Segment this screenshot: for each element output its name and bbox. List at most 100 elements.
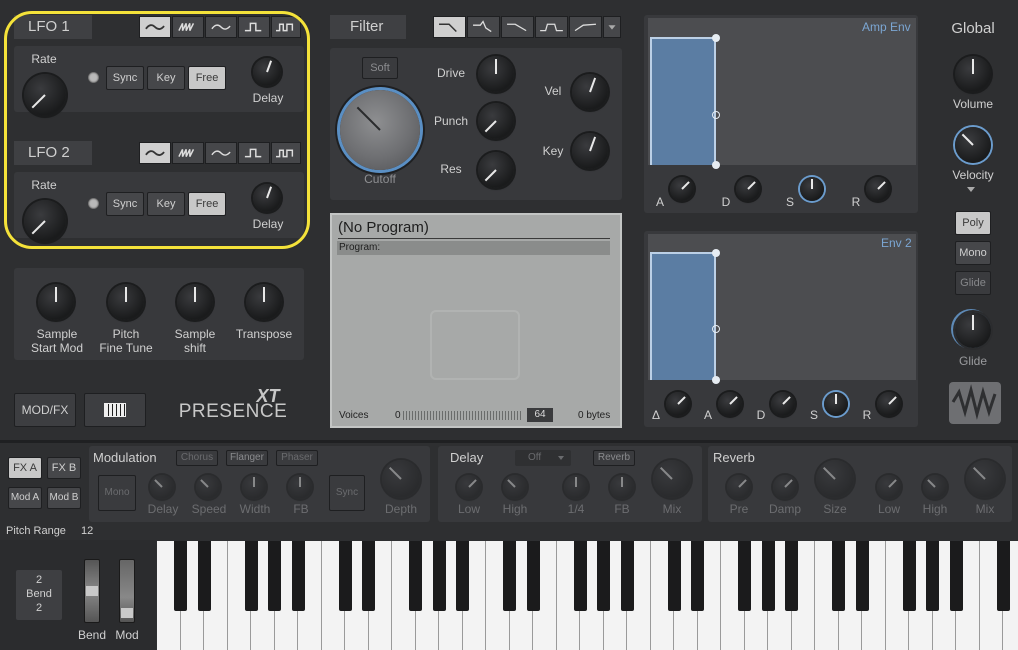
modfx-button[interactable]: MOD/FX xyxy=(14,393,76,427)
black-key[interactable] xyxy=(197,541,211,611)
amp-env-r-knob[interactable] xyxy=(866,177,890,201)
filter-soft-button[interactable]: Soft xyxy=(362,57,398,79)
env2-delta-knob[interactable] xyxy=(666,392,690,416)
glide-knob[interactable] xyxy=(955,312,991,348)
reverb-low-knob[interactable] xyxy=(877,475,901,499)
filter-cutoff-knob[interactable] xyxy=(340,90,420,170)
fx-b-tab[interactable]: FX B xyxy=(47,457,81,479)
filter-type-dropdown[interactable] xyxy=(603,16,621,38)
black-key[interactable] xyxy=(362,541,375,611)
black-key[interactable] xyxy=(174,541,187,611)
filter-punch-knob[interactable] xyxy=(478,103,514,139)
black-key[interactable] xyxy=(338,541,352,611)
env2-point-sustain[interactable] xyxy=(712,325,720,333)
black-key[interactable] xyxy=(761,541,775,611)
mod-b-tab[interactable]: Mod B xyxy=(47,487,81,509)
delay-high-knob[interactable] xyxy=(503,475,527,499)
black-key[interactable] xyxy=(573,541,587,611)
reverb-high-label: High xyxy=(922,502,948,516)
reverb-damp-knob[interactable] xyxy=(773,475,797,499)
mod-depth-knob[interactable] xyxy=(382,460,420,498)
mod-width-knob[interactable] xyxy=(242,475,266,499)
phaser-button[interactable]: Phaser xyxy=(276,450,318,466)
black-key[interactable] xyxy=(996,541,1010,611)
filter-drive-knob[interactable] xyxy=(478,56,514,92)
env2-r-knob[interactable] xyxy=(877,392,901,416)
black-key[interactable] xyxy=(832,541,845,611)
sample-shift-knob[interactable] xyxy=(177,284,213,320)
filter-type-slope[interactable] xyxy=(501,16,534,38)
mod-a-tab[interactable]: Mod A xyxy=(8,487,42,509)
pitch-bend-wheel[interactable] xyxy=(84,559,100,623)
black-key[interactable] xyxy=(268,541,281,611)
delay-reverb-button[interactable]: Reverb xyxy=(593,450,635,466)
mod-sync-button[interactable]: Sync xyxy=(329,475,365,511)
amp-env-s-knob[interactable] xyxy=(800,177,824,201)
flanger-button[interactable]: Flanger xyxy=(226,450,268,466)
poly-button[interactable]: Poly xyxy=(955,211,991,235)
chorus-button[interactable]: Chorus xyxy=(176,450,218,466)
filter-res-knob[interactable] xyxy=(478,152,514,188)
amp-env-a-knob[interactable] xyxy=(670,177,694,201)
black-key[interactable] xyxy=(949,541,963,611)
black-key[interactable] xyxy=(244,541,258,611)
delay-low-knob[interactable] xyxy=(457,475,481,499)
mod-wheel[interactable] xyxy=(119,559,135,623)
reverb-size-knob[interactable] xyxy=(816,460,854,498)
mod-mono-button[interactable]: Mono xyxy=(98,475,136,511)
reverb-pre-knob[interactable] xyxy=(727,475,751,499)
black-key[interactable] xyxy=(456,541,469,611)
black-key[interactable] xyxy=(667,541,681,611)
black-key[interactable] xyxy=(691,541,704,611)
black-key[interactable] xyxy=(738,541,751,611)
black-key[interactable] xyxy=(855,541,869,611)
env2-s-knob[interactable] xyxy=(824,392,848,416)
delay-time-knob[interactable] xyxy=(564,475,588,499)
sample-start-mod-knob[interactable] xyxy=(38,284,74,320)
filter-key-knob[interactable] xyxy=(572,133,608,169)
reverb-high-knob[interactable] xyxy=(923,475,947,499)
volume-knob[interactable] xyxy=(955,56,991,92)
amp-env-point-release[interactable] xyxy=(712,161,720,169)
filter-vel-knob[interactable] xyxy=(572,74,608,110)
glide-mode-button[interactable]: Glide xyxy=(955,271,991,295)
filter-type-lowpass-res[interactable] xyxy=(467,16,500,38)
env2-point-attack[interactable] xyxy=(712,249,720,257)
keyboard-view-button[interactable] xyxy=(84,393,146,427)
black-key[interactable] xyxy=(432,541,446,611)
filter-type-lowpass[interactable] xyxy=(433,16,466,38)
amp-env-point-attack[interactable] xyxy=(712,34,720,42)
mod-delay-knob[interactable] xyxy=(150,475,174,499)
fx-a-tab[interactable]: FX A xyxy=(8,457,42,479)
pitch-fine-tune-knob[interactable] xyxy=(108,284,144,320)
black-key[interactable] xyxy=(503,541,516,611)
mod-speed-knob[interactable] xyxy=(196,475,220,499)
env2-point-release[interactable] xyxy=(712,376,720,384)
env2-d-knob[interactable] xyxy=(771,392,795,416)
pitch-range-value[interactable]: 12 xyxy=(81,525,93,537)
black-key[interactable] xyxy=(526,541,540,611)
delay-mix-knob[interactable] xyxy=(653,460,691,498)
reverb-mix-knob[interactable] xyxy=(966,460,1004,498)
delay-mode-dropdown[interactable]: Off xyxy=(515,450,571,466)
velocity-dropdown-icon[interactable] xyxy=(967,187,975,192)
transpose-knob[interactable] xyxy=(246,284,282,320)
filter-type-highpass[interactable] xyxy=(569,16,602,38)
black-key[interactable] xyxy=(291,541,305,611)
black-key[interactable] xyxy=(926,541,939,611)
piano-keyboard[interactable] xyxy=(157,541,1018,650)
black-key[interactable] xyxy=(597,541,610,611)
velocity-knob[interactable] xyxy=(955,127,991,163)
amp-env-d-knob[interactable] xyxy=(736,177,760,201)
amp-env-point-sustain[interactable] xyxy=(712,111,720,119)
mono-button[interactable]: Mono xyxy=(955,241,991,265)
black-key[interactable] xyxy=(902,541,916,611)
voices-slider[interactable] xyxy=(403,411,523,420)
filter-type-bandpass[interactable] xyxy=(535,16,568,38)
mod-fb-knob[interactable] xyxy=(288,475,312,499)
delay-fb-knob[interactable] xyxy=(610,475,634,499)
black-key[interactable] xyxy=(785,541,798,611)
black-key[interactable] xyxy=(409,541,422,611)
black-key[interactable] xyxy=(620,541,634,611)
env2-a-knob[interactable] xyxy=(718,392,742,416)
